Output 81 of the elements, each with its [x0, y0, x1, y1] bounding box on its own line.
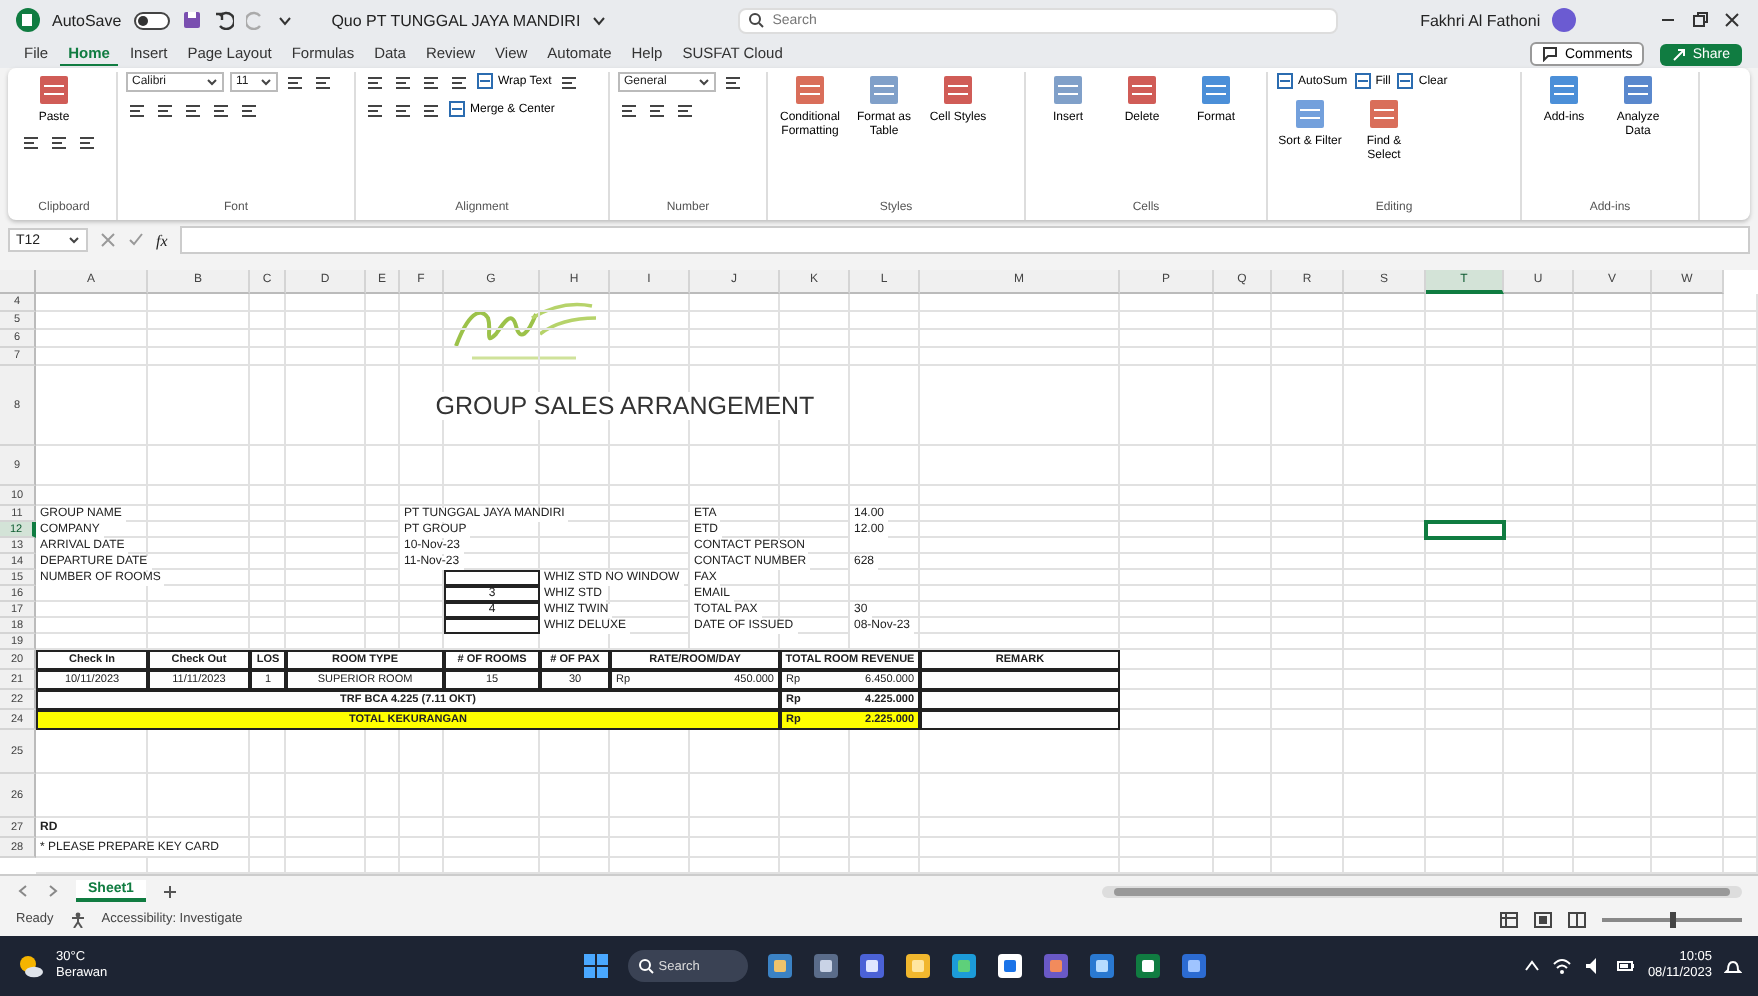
notification-icon[interactable] [1724, 957, 1742, 975]
format-icon[interactable] [676, 102, 694, 120]
ribbon-icon [1292, 96, 1328, 132]
table-cell [444, 618, 540, 634]
format-icon[interactable] [724, 74, 742, 92]
format-icon[interactable] [286, 74, 304, 92]
format-icon[interactable] [212, 102, 230, 120]
table-cell [444, 570, 540, 586]
chevron-icon[interactable] [1523, 958, 1540, 974]
cancel-icon[interactable] [100, 232, 116, 248]
app-icon[interactable] [1088, 952, 1117, 980]
ribbon-icon [476, 72, 494, 90]
next-icon[interactable] [46, 884, 60, 898]
format-icon[interactable] [422, 102, 440, 120]
format-icon[interactable] [620, 102, 638, 120]
format-icon[interactable] [394, 74, 412, 92]
app-icon[interactable] [1042, 952, 1071, 980]
format-icon[interactable] [240, 102, 258, 120]
undo-icon[interactable] [213, 10, 234, 30]
caret-icon [68, 234, 80, 246]
autosave-toggle[interactable] [133, 11, 170, 29]
ribbon-icon [1366, 96, 1402, 132]
accessibility-icon[interactable] [69, 911, 86, 927]
page-layout-icon[interactable] [1534, 911, 1552, 927]
comment-icon [1542, 46, 1559, 62]
format-icon[interactable] [366, 74, 384, 92]
format-icon[interactable] [22, 133, 40, 152]
check-icon[interactable] [128, 232, 144, 248]
format-icon[interactable] [422, 74, 440, 92]
caret-icon [698, 76, 710, 88]
add-icon[interactable] [161, 883, 178, 899]
search-icon [638, 958, 655, 974]
caret-icon[interactable] [277, 13, 292, 27]
start-icon[interactable] [582, 952, 611, 980]
app-icon[interactable] [858, 952, 887, 980]
ribbon-icon [448, 100, 466, 118]
zoom-slider[interactable] [1670, 911, 1676, 927]
format-icon[interactable] [314, 74, 332, 92]
share-icon [1672, 47, 1687, 61]
format-icon[interactable] [184, 102, 202, 120]
restore-icon[interactable] [1690, 10, 1710, 30]
ribbon-icon [1276, 72, 1294, 90]
ribbon-icon [1396, 72, 1415, 90]
sun-cloud-icon[interactable] [16, 952, 44, 980]
format-icon[interactable] [648, 102, 666, 120]
network-icon[interactable] [1551, 956, 1572, 976]
caret-icon [206, 76, 218, 88]
app-icon[interactable] [996, 952, 1025, 980]
app-icon[interactable] [950, 952, 979, 980]
page-break-icon[interactable] [1568, 911, 1586, 927]
autosave-label: AutoSave [52, 11, 122, 29]
app-icon[interactable] [1180, 952, 1209, 980]
caret-icon [260, 76, 272, 88]
selected-cell[interactable] [1424, 520, 1506, 540]
avatar-icon[interactable] [1552, 8, 1577, 32]
sheet-heading: GROUP SALES ARRANGEMENT [435, 392, 815, 420]
normal-view-icon[interactable] [1500, 911, 1518, 927]
format-icon[interactable] [394, 102, 412, 120]
format-icon[interactable] [50, 133, 68, 152]
format-icon[interactable] [78, 133, 96, 152]
app-icon[interactable] [812, 952, 841, 980]
battery-icon[interactable] [1615, 956, 1636, 976]
format-icon[interactable] [156, 102, 174, 120]
app-icon[interactable] [904, 952, 933, 980]
document-title[interactable]: Quo PT TUNGGAL JAYA MANDIRI [331, 11, 581, 29]
scrollbar[interactable] [1102, 885, 1742, 897]
function-button[interactable]: fx [156, 231, 168, 249]
save-icon[interactable] [181, 10, 202, 30]
previous-icon[interactable] [16, 884, 30, 898]
format-icon[interactable] [366, 102, 384, 120]
user-name[interactable]: Fakhri Al Fathoni [1420, 11, 1541, 29]
search-icon [748, 12, 765, 28]
close-icon[interactable] [1722, 10, 1742, 30]
format-icon[interactable] [128, 102, 146, 120]
formula-field[interactable] [179, 226, 1750, 254]
app-icon[interactable] [1134, 952, 1163, 980]
format-icon[interactable] [450, 74, 468, 92]
caret-icon[interactable] [592, 13, 607, 27]
ribbon-icon [1353, 72, 1372, 90]
format-icon[interactable] [559, 74, 578, 92]
app-icon[interactable] [766, 952, 795, 980]
